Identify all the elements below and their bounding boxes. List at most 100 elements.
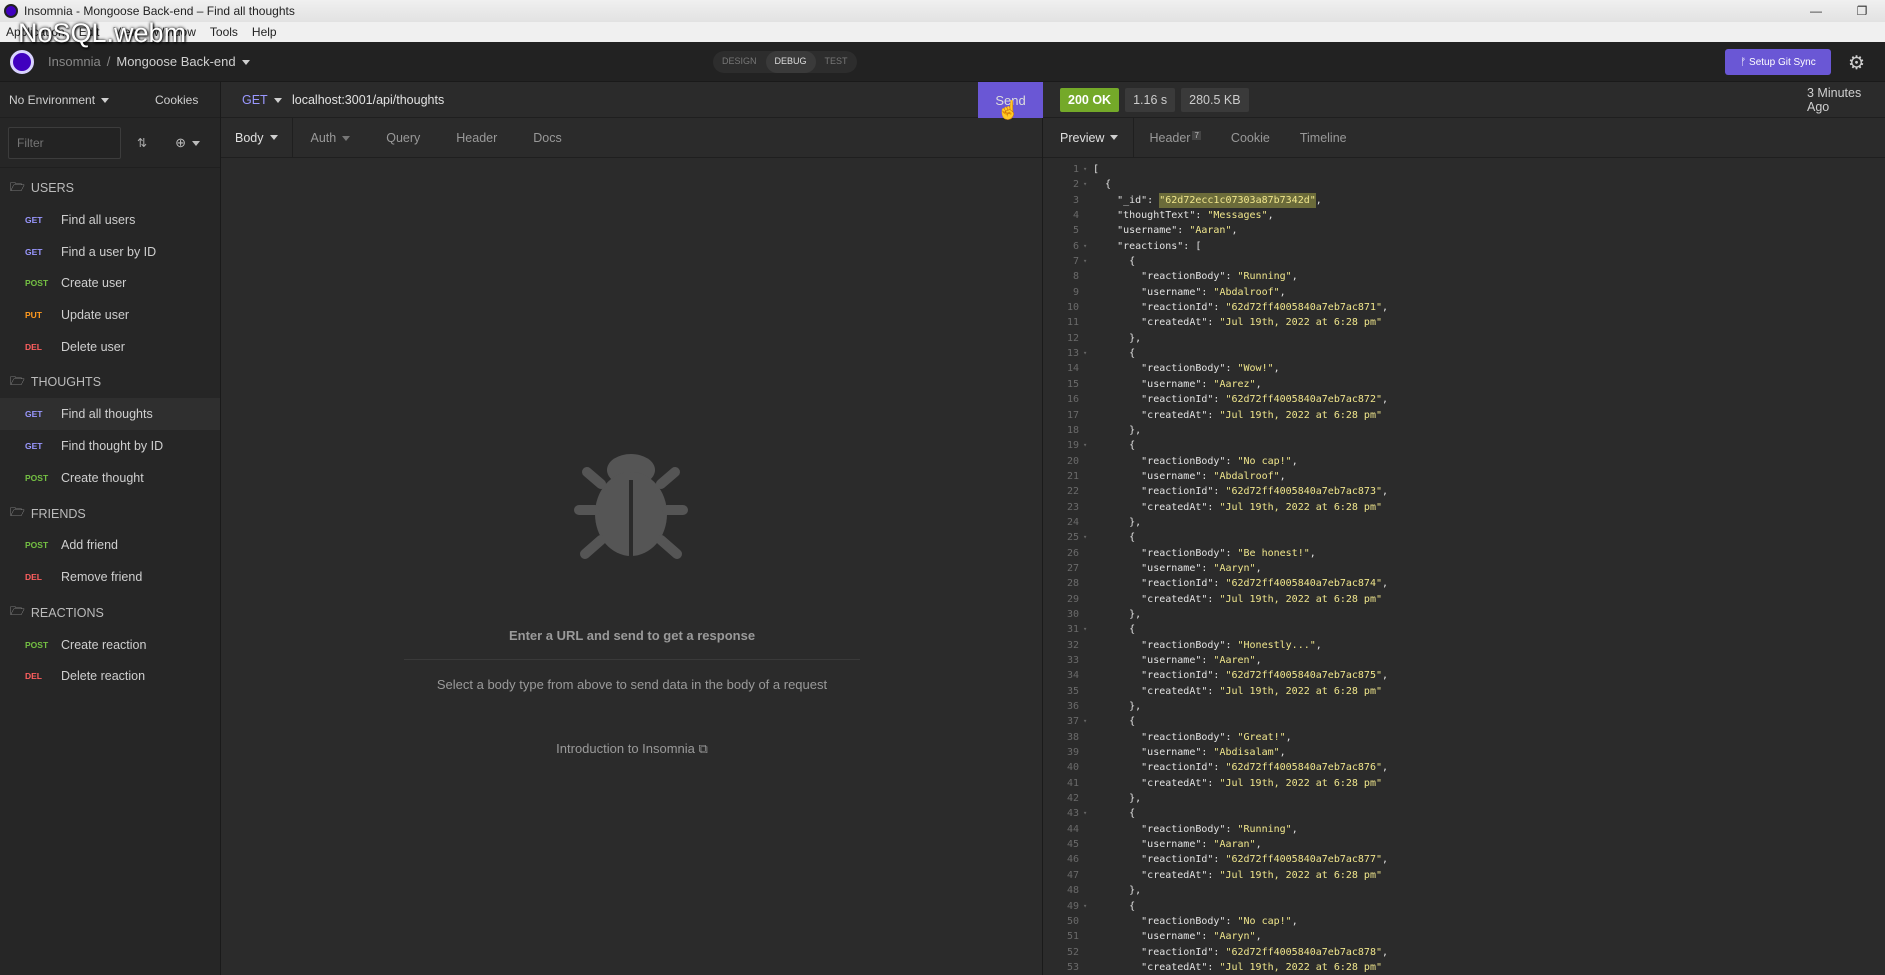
maximize-icon[interactable]: ❐ <box>1839 4 1885 18</box>
menu-tools[interactable]: Tools <box>210 25 238 39</box>
json-punctuation: , <box>1267 210 1274 222</box>
sidebar: No Environment Cookies ⇅ ⊕ 🗁 USERS GET Find… <box>0 82 221 975</box>
environment-select[interactable]: No Environment <box>9 93 129 107</box>
code-line: 48 }, <box>1043 883 1885 898</box>
code-line: 26 "reactionBody": "Be honest!", <box>1043 546 1885 561</box>
json-punctuation: , <box>1382 946 1389 958</box>
gear-icon[interactable]: ⚙ <box>1848 52 1865 75</box>
code-line: 11 "createdAt": "Jul 19th, 2022 at 6:28 … <box>1043 315 1885 330</box>
json-punctuation: , <box>1291 455 1298 467</box>
method-select[interactable]: GET <box>242 93 292 107</box>
json-punctuation: , <box>1315 639 1322 651</box>
sidebar-request-item[interactable]: GET Find all thoughts <box>0 398 220 431</box>
line-number: 24 <box>1066 516 1079 528</box>
cookies-button[interactable]: Cookies <box>155 93 198 107</box>
json-punctuation: , <box>1382 394 1389 406</box>
code-line: 25 ▾ { <box>1043 530 1885 545</box>
sidebar-request-item[interactable]: GET Find all users <box>0 204 220 236</box>
tab-response-header[interactable]: Header 7 <box>1134 130 1215 145</box>
tab-cookie[interactable]: Cookie <box>1216 131 1285 145</box>
line-number: 3 <box>1072 194 1079 206</box>
fold-toggle-icon <box>1083 223 1093 238</box>
fold-toggle-icon[interactable]: ▾ <box>1083 806 1093 821</box>
response-json-viewer[interactable]: 1 ▾[2 ▾ {3 "_id": "62d72ecc1c07303a87b7342… <box>1043 162 1885 975</box>
breadcrumb-workspace[interactable]: Insomnia <box>48 54 101 69</box>
fold-toggle-icon[interactable]: ▾ <box>1083 714 1093 729</box>
code-text: { <box>1093 179 1112 191</box>
json-key: "createdAt": <box>1093 685 1220 697</box>
sidebar-request-item[interactable]: GET Find a user by ID <box>0 236 220 268</box>
fold-toggle-icon[interactable]: ▾ <box>1083 162 1093 177</box>
sidebar-request-item[interactable]: DEL Delete user <box>0 331 220 363</box>
request-label: Find thought by ID <box>61 438 164 453</box>
code-line: 6 ▾ "reactions": [ <box>1043 239 1885 254</box>
fold-toggle-icon[interactable]: ▾ <box>1083 438 1093 453</box>
breadcrumb-project[interactable]: Mongoose Back-end <box>116 54 235 69</box>
folder-friends[interactable]: 🗁 FRIENDS <box>0 498 220 530</box>
fold-toggle-icon <box>1083 285 1093 300</box>
code-line: 52 "reactionId": "62d72ff4005840a7eb7ac8… <box>1043 945 1885 960</box>
menu-help[interactable]: Help <box>252 25 277 39</box>
code-line: 36 }, <box>1043 699 1885 714</box>
sidebar-request-item[interactable]: POST Create thought <box>0 462 220 494</box>
json-key: "createdAt": <box>1093 593 1220 605</box>
json-key: "username": <box>1093 747 1214 759</box>
sidebar-request-item[interactable]: POST Add friend <box>0 530 220 562</box>
code-line: 15 "username": "Aarez", <box>1043 377 1885 392</box>
url-bar: GET localhost:3001/api/thoughts Send ☝ <box>221 82 1043 120</box>
json-key: "_id": <box>1093 194 1160 206</box>
fold-toggle-icon[interactable]: ▾ <box>1083 254 1093 269</box>
json-punctuation: , <box>1231 225 1238 237</box>
introduction-link[interactable]: Introduction to Insomnia ⧉ <box>221 741 1043 757</box>
fold-toggle-icon <box>1083 822 1093 837</box>
tab-auth[interactable]: Auth <box>293 131 369 145</box>
minimize-icon[interactable]: — <box>1793 4 1839 18</box>
app-logo-icon[interactable] <box>10 49 34 74</box>
mode-test[interactable]: TEST <box>816 51 857 73</box>
fold-toggle-icon[interactable]: ▾ <box>1083 530 1093 545</box>
fold-toggle-icon[interactable]: ▾ <box>1083 239 1093 254</box>
chevron-down-icon[interactable] <box>241 60 250 66</box>
add-menu-icon[interactable]: ⊕ <box>175 135 200 151</box>
json-punctuation: , <box>1291 823 1298 835</box>
mode-design[interactable]: DESIGN <box>713 51 766 73</box>
sort-icon[interactable]: ⇅ <box>137 136 147 150</box>
sidebar-request-item[interactable]: GET Find thought by ID <box>0 430 220 462</box>
json-value: "62d72ff4005840a7eb7ac871" <box>1225 302 1382 314</box>
filter-input[interactable] <box>8 126 121 159</box>
response-timestamp[interactable]: 3 Minutes Ago <box>1807 86 1885 114</box>
sidebar-request-item[interactable]: DEL Delete reaction <box>0 661 220 693</box>
tab-timeline[interactable]: Timeline <box>1285 131 1362 145</box>
line-number: 41 <box>1066 777 1079 789</box>
sidebar-request-item[interactable]: POST Create user <box>0 267 220 299</box>
mode-debug[interactable]: DEBUG <box>765 51 816 73</box>
code-text: { <box>1093 624 1136 636</box>
setup-git-sync-button[interactable]: ᚠ Setup Git Sync <box>1725 49 1831 75</box>
json-punctuation: , <box>1255 655 1262 666</box>
json-value: "Abdalroof" <box>1213 286 1280 298</box>
tab-docs[interactable]: Docs <box>515 131 579 145</box>
tab-body[interactable]: Body <box>221 117 293 158</box>
tab-query[interactable]: Query <box>368 131 438 145</box>
fold-toggle-icon[interactable]: ▾ <box>1083 622 1093 637</box>
sidebar-request-item[interactable]: DEL Remove friend <box>0 561 220 593</box>
folder-reactions[interactable]: 🗁 REACTIONS <box>0 597 220 629</box>
fold-toggle-icon <box>1083 760 1093 775</box>
tab-header[interactable]: Header <box>438 131 515 145</box>
fold-toggle-icon[interactable]: ▾ <box>1083 346 1093 361</box>
fold-toggle-icon[interactable]: ▾ <box>1083 899 1093 914</box>
tab-preview[interactable]: Preview <box>1043 117 1135 158</box>
url-input[interactable]: localhost:3001/api/thoughts <box>292 93 444 107</box>
fold-toggle-icon <box>1083 377 1093 392</box>
json-key: "username": <box>1093 286 1214 298</box>
folder-users[interactable]: 🗁 USERS <box>0 172 220 204</box>
fold-toggle-icon[interactable]: ▾ <box>1083 177 1093 192</box>
sidebar-request-item[interactable]: POST Create reaction <box>0 629 220 661</box>
code-line: 22 "reactionId": "62d72ff4005840a7eb7ac8… <box>1043 484 1885 499</box>
json-punctuation: , <box>1382 302 1389 314</box>
folder-thoughts[interactable]: 🗁 THOUGHTS <box>0 366 220 398</box>
tab-preview-label: Preview <box>1060 130 1105 145</box>
json-key: "reactionId": <box>1093 486 1226 498</box>
method-label: GET <box>242 92 268 107</box>
sidebar-request-item[interactable]: PUT Update user <box>0 299 220 331</box>
